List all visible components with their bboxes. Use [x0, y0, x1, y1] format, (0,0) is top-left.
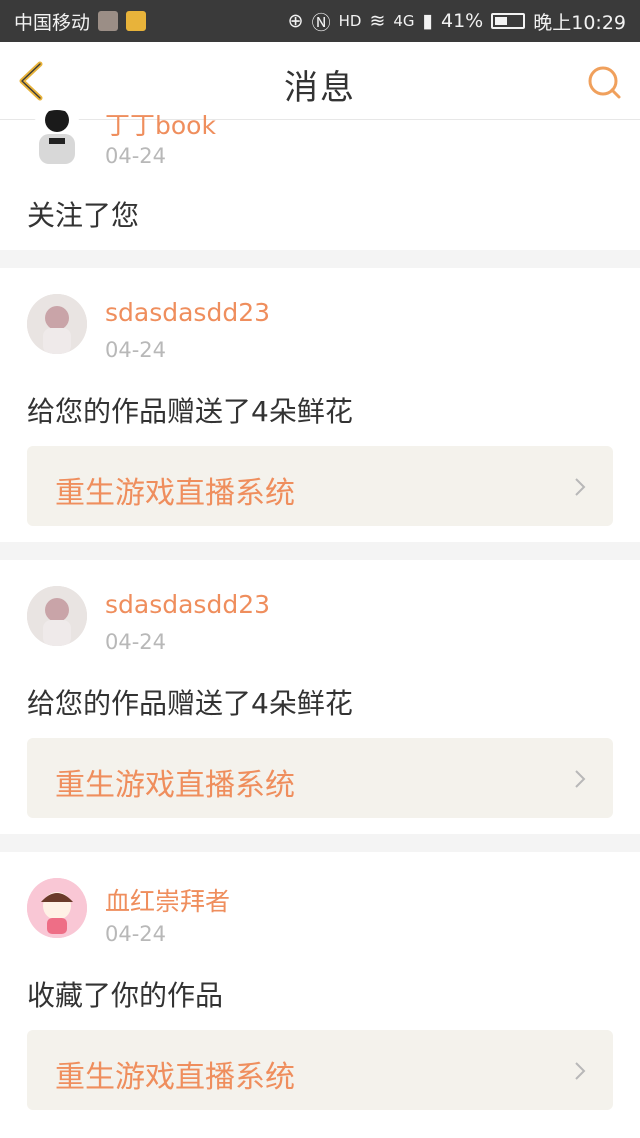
avatar[interactable] [27, 110, 87, 170]
message-date: 04-24 [105, 922, 167, 946]
work-title: 重生游戏直播系统 [55, 476, 295, 511]
message-text: 给您的作品赠送了4朵鲜花 [27, 395, 353, 428]
signal-icon: ⊕ [287, 10, 304, 32]
wifi-icon: ≋ [369, 10, 386, 32]
chevron-right-icon [575, 1062, 586, 1080]
clock: 晚上10:29 [533, 11, 626, 34]
message-date: 04-24 [105, 630, 167, 654]
network-type: 4G [393, 12, 415, 30]
work-title: 重生游戏直播系统 [55, 768, 295, 803]
message-card[interactable]: sdasdasdd23 04-24 给您的作品赠送了4朵鲜花 重生游戏直播系统 [0, 268, 640, 542]
shield-icon [98, 11, 119, 31]
username[interactable]: sdasdasdd23 [105, 298, 270, 327]
search-icon[interactable] [586, 64, 622, 100]
navigation-header: 消息 [0, 42, 640, 120]
message-date: 04-24 [105, 338, 167, 362]
status-bar: 中国移动 ⊕ Ⓝ HD ≋ 4G ▮ 41% 晚上10:29 [0, 0, 640, 42]
username[interactable]: sdasdasdd23 [105, 590, 270, 619]
chevron-right-icon [575, 770, 586, 788]
message-text: 收藏了你的作品 [27, 979, 224, 1012]
work-link[interactable]: 重生游戏直播系统 [27, 738, 613, 818]
work-link[interactable]: 重生游戏直播系统 [27, 446, 613, 526]
work-title: 重生游戏直播系统 [55, 1060, 295, 1095]
message-card[interactable]: 血红崇拜者 04-24 收藏了你的作品 重生游戏直播系统 [0, 852, 640, 1138]
battery-icon [491, 13, 526, 29]
username[interactable]: 血红崇拜者 [105, 882, 230, 918]
avatar[interactable] [27, 294, 87, 354]
message-text: 给您的作品赠送了4朵鲜花 [27, 687, 353, 720]
page-title: 消息 [284, 68, 356, 108]
message-card[interactable]: 丁丁book 04-24 关注了您 [0, 110, 640, 250]
username[interactable]: 丁丁book [105, 106, 216, 142]
message-card[interactable]: sdasdasdd23 04-24 给您的作品赠送了4朵鲜花 重生游戏直播系统 [0, 560, 640, 834]
cell-signal-icon: ▮ [422, 10, 433, 32]
message-text: 关注了您 [27, 199, 140, 232]
work-link[interactable]: 重生游戏直播系统 [27, 1030, 613, 1110]
app-icon [126, 11, 147, 31]
carrier-label: 中国移动 [14, 11, 91, 34]
hd-icon: HD [338, 12, 362, 30]
avatar[interactable] [27, 878, 87, 938]
message-date: 04-24 [105, 144, 167, 168]
avatar[interactable] [27, 586, 87, 646]
nfc-icon: Ⓝ [311, 11, 331, 34]
chevron-right-icon [575, 478, 586, 496]
battery-percent: 41% [441, 10, 484, 32]
